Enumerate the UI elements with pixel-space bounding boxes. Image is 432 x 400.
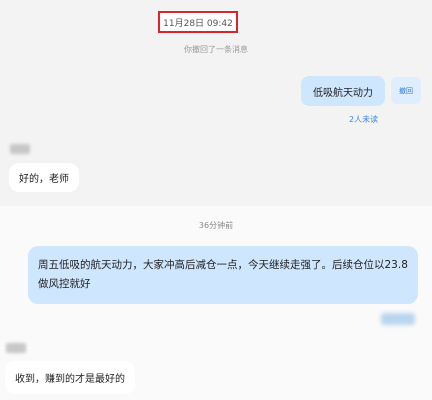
- incoming-message-bubble[interactable]: 收到，赚到的才是最好的: [5, 361, 135, 394]
- recall-button[interactable]: 撤回: [391, 77, 421, 104]
- message-text: 周五低吸的航天动力，大家冲高后减仓一点，今天继续走强了。后续仓位以23.8做风控…: [38, 259, 408, 290]
- message-text: 低吸航天动力: [313, 87, 373, 99]
- sender-name-blurred: [10, 144, 30, 154]
- message-timestamp: 11月28日 09:42: [158, 11, 238, 33]
- message-text: 收到，赚到的才是最好的: [15, 374, 125, 385]
- outgoing-message-bubble[interactable]: 低吸航天动力: [301, 76, 385, 106]
- recall-notice: 你撤回了一条消息: [184, 45, 248, 54]
- incoming-message-bubble[interactable]: 好的，老师: [9, 163, 79, 192]
- timestamp-text: 11月28日 09:42: [163, 18, 233, 29]
- time-separator: 36分钟前: [198, 221, 234, 230]
- recall-label: 撤回: [399, 86, 413, 95]
- read-receipt[interactable]: 2人未读: [349, 114, 378, 125]
- read-receipt-blurred: [381, 313, 415, 325]
- message-text: 好的，老师: [19, 174, 69, 185]
- sender-name-blurred: [6, 343, 26, 353]
- outgoing-message-bubble[interactable]: 周五低吸的航天动力，大家冲高后减仓一点，今天继续走强了。后续仓位以23.8做风控…: [28, 246, 418, 304]
